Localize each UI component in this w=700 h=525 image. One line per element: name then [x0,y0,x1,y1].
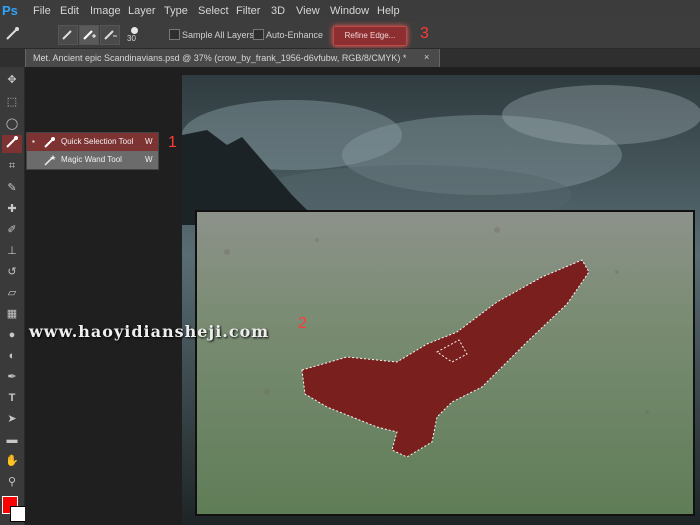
flyout-item-quick-selection[interactable]: ▪ Quick Selection Tool W [27,133,158,151]
refine-edge-button[interactable]: Refine Edge... [333,26,407,46]
flyout-shortcut: W [145,155,153,164]
brush-size-picker[interactable]: 30 [124,25,152,45]
menu-file[interactable]: File [33,5,51,17]
tools-panel: ✥ ⬚ ◯ ⌗ ✎ ✚ ✐ ⊥ ↺ ▱ ▦ ● ◐ ✒ T ➤ ▬ ✋ ⚲ [0,67,25,525]
tool-preset-picker-icon[interactable] [4,25,22,43]
marquee-icon[interactable]: ⬚ [2,93,22,111]
annotation-step-3: 3 [420,25,429,42]
brush-size-value: 30 [127,34,136,43]
zoom-icon[interactable]: ⚲ [2,473,22,491]
brush-icon[interactable]: ✐ [2,221,22,239]
selected-bullet-icon: ▪ [32,137,35,146]
menu-filter[interactable]: Filter [236,5,260,17]
annotation-step-2: 2 [298,315,307,332]
type-icon[interactable]: T [2,389,22,407]
blur-icon[interactable]: ● [2,326,22,344]
sample-all-layers-checkbox[interactable] [169,29,180,40]
menu-help[interactable]: Help [377,5,400,17]
eyedropper-icon[interactable]: ✎ [2,179,22,197]
flyout-label: Magic Wand Tool [61,155,122,164]
sample-all-layers-label: Sample All Layers [182,30,255,40]
flyout-label: Quick Selection Tool [61,137,134,146]
flyout-shortcut: W [145,137,153,146]
menu-3d[interactable]: 3D [271,5,285,17]
quick-selection-icon[interactable] [2,135,22,153]
move-icon[interactable]: ✥ [2,71,22,89]
new-selection-brush-icon[interactable] [58,25,78,45]
watermark-text: www.haoyidiansheji.com [29,322,270,341]
dodge-icon[interactable]: ◐ [2,347,22,365]
path-selection-icon[interactable]: ➤ [2,410,22,428]
menu-type[interactable]: Type [164,5,188,17]
healing-brush-icon[interactable]: ✚ [2,200,22,218]
menu-bar: Ps File Edit Image Layer Type Select Fil… [0,0,700,22]
magic-wand-icon [44,154,56,166]
menu-image[interactable]: Image [90,5,121,17]
annotation-step-1: 1 [168,134,177,151]
flyout-item-magic-wand[interactable]: Magic Wand Tool W [27,151,158,169]
tool-flyout-menu: ▪ Quick Selection Tool W Magic Wand Tool… [26,132,159,170]
eraser-icon[interactable]: ▱ [2,284,22,302]
hand-icon[interactable]: ✋ [2,452,22,470]
quick-selection-icon [44,136,56,148]
document-title: Met. Ancient epic Scandinavians.psd @ 37… [33,53,407,63]
history-brush-icon[interactable]: ↺ [2,263,22,281]
menu-view[interactable]: View [296,5,320,17]
zoomed-selection-view [195,210,695,516]
crow-photo [197,212,693,514]
pen-icon[interactable]: ✒ [2,368,22,386]
menu-edit[interactable]: Edit [60,5,79,17]
menu-select[interactable]: Select [198,5,229,17]
auto-enhance-checkbox[interactable] [253,29,264,40]
crop-icon[interactable]: ⌗ [2,157,22,175]
document-tab[interactable]: Met. Ancient epic Scandinavians.psd @ 37… [25,49,440,67]
auto-enhance-label: Auto-Enhance [266,30,324,40]
lasso-icon[interactable]: ◯ [2,115,22,133]
brush-tip-icon [131,27,138,34]
add-to-selection-brush-icon[interactable] [79,25,99,45]
options-bar: 30 Sample All Layers Auto-Enhance Refine… [0,22,700,49]
shape-icon[interactable]: ▬ [2,431,22,449]
subtract-from-selection-brush-icon[interactable] [100,25,120,45]
gradient-icon[interactable]: ▦ [2,305,22,323]
background-color-swatch[interactable] [10,506,26,522]
document-tab-bar: Met. Ancient epic Scandinavians.psd @ 37… [0,49,700,67]
menu-window[interactable]: Window [330,5,369,17]
close-icon[interactable]: × [424,52,429,62]
clone-stamp-icon[interactable]: ⊥ [2,242,22,260]
menu-layer[interactable]: Layer [128,5,156,17]
photoshop-logo-icon: Ps [2,3,18,18]
